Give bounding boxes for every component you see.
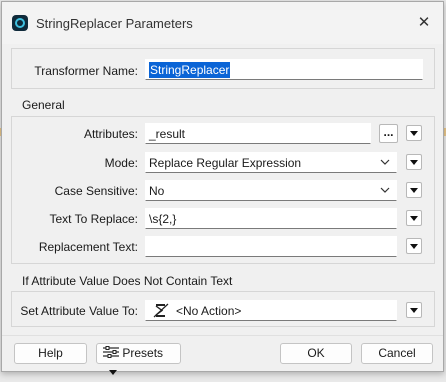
attributes-label: Attributes:	[83, 127, 138, 141]
footer-divider	[2, 335, 443, 336]
replacement-text-menu-button[interactable]	[406, 238, 422, 254]
title-bar[interactable]: StringReplacer Parameters ✕	[2, 2, 443, 44]
attributes-input[interactable]: _result	[145, 123, 371, 144]
transformer-name-label: Transformer Name:	[34, 64, 138, 78]
text-to-replace-input[interactable]: \s{2,}	[145, 208, 397, 229]
replacement-text-input[interactable]	[145, 236, 397, 257]
mode-value: Replace Regular Expression	[149, 156, 302, 170]
text-to-replace-menu-button[interactable]	[406, 210, 422, 226]
chevron-down-icon	[380, 187, 390, 193]
case-sensitive-select[interactable]: No	[145, 180, 397, 201]
transformer-name-input[interactable]: StringReplacer	[145, 59, 423, 80]
mode-select[interactable]: Replace Regular Expression	[145, 152, 397, 173]
presets-menu-icon	[103, 346, 119, 358]
fme-logo-icon	[12, 15, 28, 31]
transformer-name-value: StringReplacer	[149, 62, 231, 78]
window-title: StringReplacer Parameters	[36, 16, 193, 31]
attributes-browse-button[interactable]: ...	[379, 124, 398, 143]
caret-down-icon	[109, 370, 117, 375]
presets-label: Presets	[122, 346, 164, 360]
mode-menu-button[interactable]	[406, 154, 422, 170]
set-attribute-value-label: Set Attribute Value To:	[20, 304, 138, 318]
text-to-replace-label: Text To Replace:	[49, 212, 139, 226]
parameters-dialog: StringReplacer Parameters ✕ Transformer …	[1, 1, 444, 375]
no-text-heading: If Attribute Value Does Not Contain Text	[22, 274, 233, 288]
presets-button[interactable]: Presets	[96, 343, 181, 375]
help-button[interactable]: Help	[14, 343, 87, 364]
cancel-button[interactable]: Cancel	[361, 343, 433, 364]
set-attribute-value-input[interactable]: <No Action>	[145, 300, 397, 321]
mode-label: Mode:	[104, 156, 138, 170]
general-heading: General	[22, 98, 65, 112]
attributes-menu-button[interactable]	[406, 125, 422, 141]
close-button[interactable]: ✕	[415, 14, 433, 32]
chevron-down-icon	[380, 159, 390, 165]
null-value-icon	[153, 303, 169, 318]
ok-button[interactable]: OK	[280, 343, 352, 364]
set-attribute-value: <No Action>	[176, 304, 242, 318]
case-sensitive-label: Case Sensitive:	[54, 184, 138, 198]
case-sensitive-value: No	[149, 184, 165, 198]
replacement-text-label: Replacement Text:	[38, 240, 138, 254]
case-sensitive-menu-button[interactable]	[406, 182, 422, 198]
set-attribute-value-menu-button[interactable]	[406, 302, 422, 318]
